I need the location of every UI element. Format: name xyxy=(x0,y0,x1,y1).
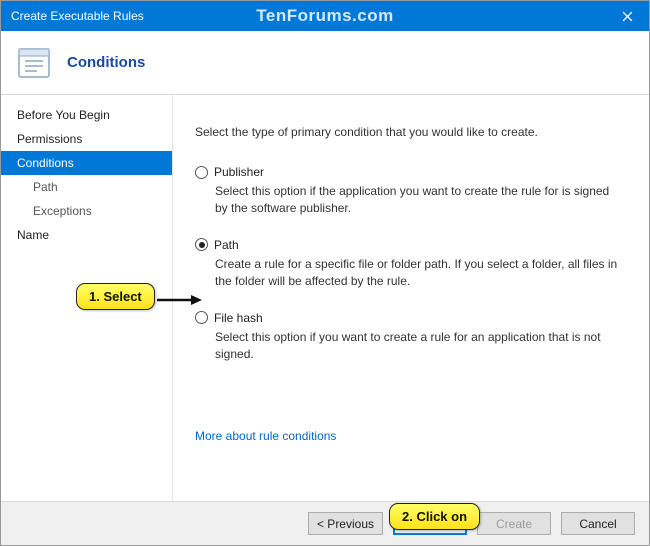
desc-filehash: Select this option if you want to create… xyxy=(215,329,623,364)
nav-permissions[interactable]: Permissions xyxy=(1,127,172,151)
option-filehash: File hash Select this option if you want… xyxy=(195,311,623,364)
instruction-text: Select the type of primary condition tha… xyxy=(195,125,623,139)
label-publisher[interactable]: Publisher xyxy=(214,165,264,179)
more-about-link[interactable]: More about rule conditions xyxy=(195,429,336,443)
nav-conditions[interactable]: Conditions xyxy=(1,151,172,175)
nav-path[interactable]: Path xyxy=(1,175,172,199)
window-title: Create Executable Rules xyxy=(11,9,144,23)
option-path: Path Create a rule for a specific file o… xyxy=(195,238,623,291)
desc-publisher: Select this option if the application yo… xyxy=(215,183,623,218)
previous-button[interactable]: < Previous xyxy=(308,512,383,535)
callout-click: 2. Click on xyxy=(389,503,480,530)
option-publisher: Publisher Select this option if the appl… xyxy=(195,165,623,218)
wizard-content: Select the type of primary condition tha… xyxy=(173,95,649,501)
callout-select: 1. Select xyxy=(76,283,155,310)
desc-path: Create a rule for a specific file or fol… xyxy=(215,256,623,291)
cancel-button[interactable]: Cancel xyxy=(561,512,635,535)
page-title: Conditions xyxy=(67,54,145,71)
radio-filehash[interactable] xyxy=(195,311,208,324)
nav-exceptions[interactable]: Exceptions xyxy=(1,199,172,223)
wizard-header: Conditions xyxy=(1,31,649,95)
close-icon xyxy=(622,11,633,22)
create-button: Create xyxy=(477,512,551,535)
nav-name[interactable]: Name xyxy=(1,223,172,247)
close-button[interactable] xyxy=(605,1,649,31)
radio-path[interactable] xyxy=(195,238,208,251)
rules-icon xyxy=(17,46,51,80)
label-filehash[interactable]: File hash xyxy=(214,311,263,325)
label-path[interactable]: Path xyxy=(214,238,239,252)
arrow-icon xyxy=(155,293,203,307)
condition-options: Publisher Select this option if the appl… xyxy=(195,165,623,363)
title-bar: Create Executable Rules TenForums.com xyxy=(1,1,649,31)
watermark-text: TenForums.com xyxy=(256,6,393,26)
radio-publisher[interactable] xyxy=(195,166,208,179)
nav-before-you-begin[interactable]: Before You Begin xyxy=(1,103,172,127)
wizard-window: Create Executable Rules TenForums.com Co… xyxy=(0,0,650,546)
wizard-footer: < Previous Next > Create Cancel xyxy=(1,501,649,545)
